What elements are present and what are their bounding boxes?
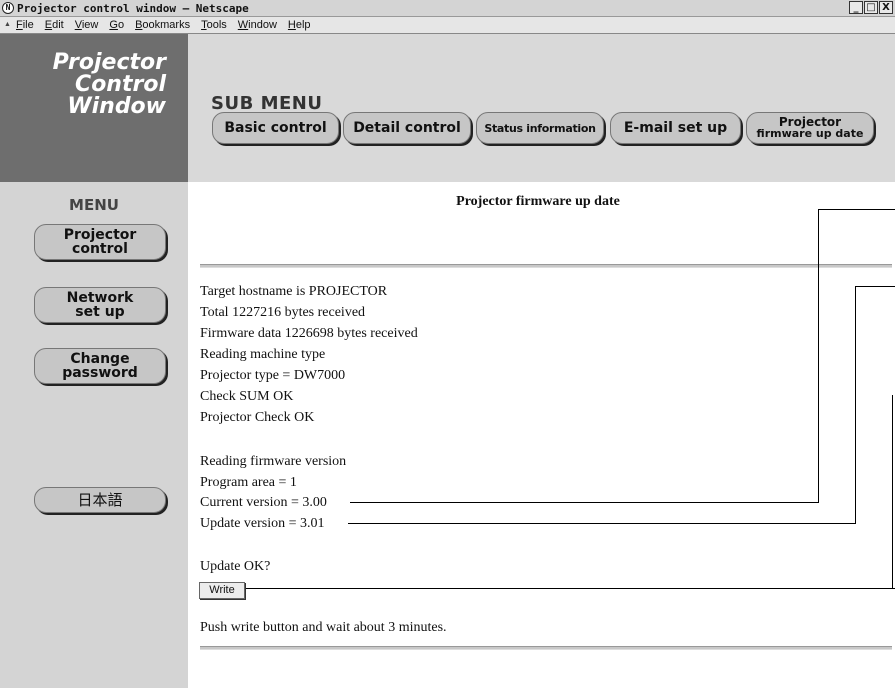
callout-line-current [350,502,818,503]
menubar: ▲ File Edit View Go Bookmarks Tools Wind… [0,17,895,34]
callout-line-current-top [818,209,895,210]
log-line: Target hostname is PROJECTOR [200,284,388,299]
change-password-label-1: Change [70,351,130,367]
menu-edit[interactable]: Edit [45,19,64,31]
update-version: Update version = 3.01 [200,516,325,531]
netscape-icon: N [2,2,14,14]
menu-window[interactable]: Window [238,19,277,31]
close-button[interactable]: X [879,1,893,14]
log-line: Firmware data 1226698 bytes received [200,326,418,341]
log-line: Reading firmware version [200,454,347,469]
submenu-title: SUB MENU [211,93,323,114]
logo-line: Control [75,72,166,97]
side-menu: MENU Projector control Network set up Ch… [0,182,188,688]
projector-control-button[interactable]: Projector control [34,224,166,260]
menu-title: MENU [69,196,119,214]
menu-go[interactable]: Go [109,19,124,31]
menubar-grip-icon: ▲ [4,21,11,28]
log-line: Projector type = DW7000 [200,368,346,383]
instruction-text: Push write button and wait about 3 minut… [200,620,447,635]
firmware-update-button[interactable]: Projector firmware up date [746,112,874,144]
callout-line-update [348,523,855,524]
window-titlebar: N Projector control window – Netscape _ … [0,0,895,17]
callout-line-write-vertical [892,395,893,589]
projector-control-label-2: control [72,241,128,257]
current-version: Current version = 3.00 [200,495,327,510]
network-setup-label-2: set up [75,304,125,320]
callout-line-update-vertical [855,286,856,524]
logo-line: Projector [52,50,166,75]
update-prompt: Update OK? [200,559,271,574]
logo-line: Window [67,94,166,119]
window-controls: _ □ X [849,1,893,14]
logo-panel: Projector Control Window [0,34,188,182]
email-setup-button[interactable]: E-mail set up [610,112,741,144]
log-line: Check SUM OK [200,389,294,404]
network-setup-label-1: Network [66,290,134,306]
menu-bookmarks[interactable]: Bookmarks [135,19,190,31]
log-line: Reading machine type [200,347,326,362]
change-password-button[interactable]: Change password [34,348,166,384]
projector-control-label-1: Projector [63,227,137,243]
page-title: Projector firmware up date [456,194,620,209]
minimize-button[interactable]: _ [849,1,863,14]
divider-top [200,264,892,268]
firmware-update-label-2: firmware up date [756,127,864,140]
basic-control-button[interactable]: Basic control [212,112,339,144]
maximize-button[interactable]: □ [864,1,878,14]
callout-line-write [246,588,895,589]
write-button[interactable]: Write [199,582,245,599]
detail-control-button[interactable]: Detail control [343,112,471,144]
menu-help[interactable]: Help [288,19,311,31]
app-logo: Projector Control Window [53,52,166,118]
menu-file[interactable]: File [16,19,34,31]
callout-line-current-vertical [818,209,819,503]
submenu-panel: SUB MENU Basic control Detail control St… [188,34,895,182]
callout-line-update-top [855,286,895,287]
change-password-label-2: password [62,365,138,381]
log-line: Projector Check OK [200,410,315,425]
log-line: Program area = 1 [200,475,297,490]
main-content: Projector firmware up date Target hostna… [188,182,895,688]
status-information-button[interactable]: Status information [476,112,604,144]
divider-bottom [200,646,892,650]
menu-view[interactable]: View [75,19,99,31]
menu-tools[interactable]: Tools [201,19,227,31]
log-line: Total 1227216 bytes received [200,305,366,320]
network-setup-button[interactable]: Network set up [34,287,166,323]
japanese-language-button[interactable]: 日本語 [34,487,166,513]
window-title: Projector control window – Netscape [17,1,249,15]
